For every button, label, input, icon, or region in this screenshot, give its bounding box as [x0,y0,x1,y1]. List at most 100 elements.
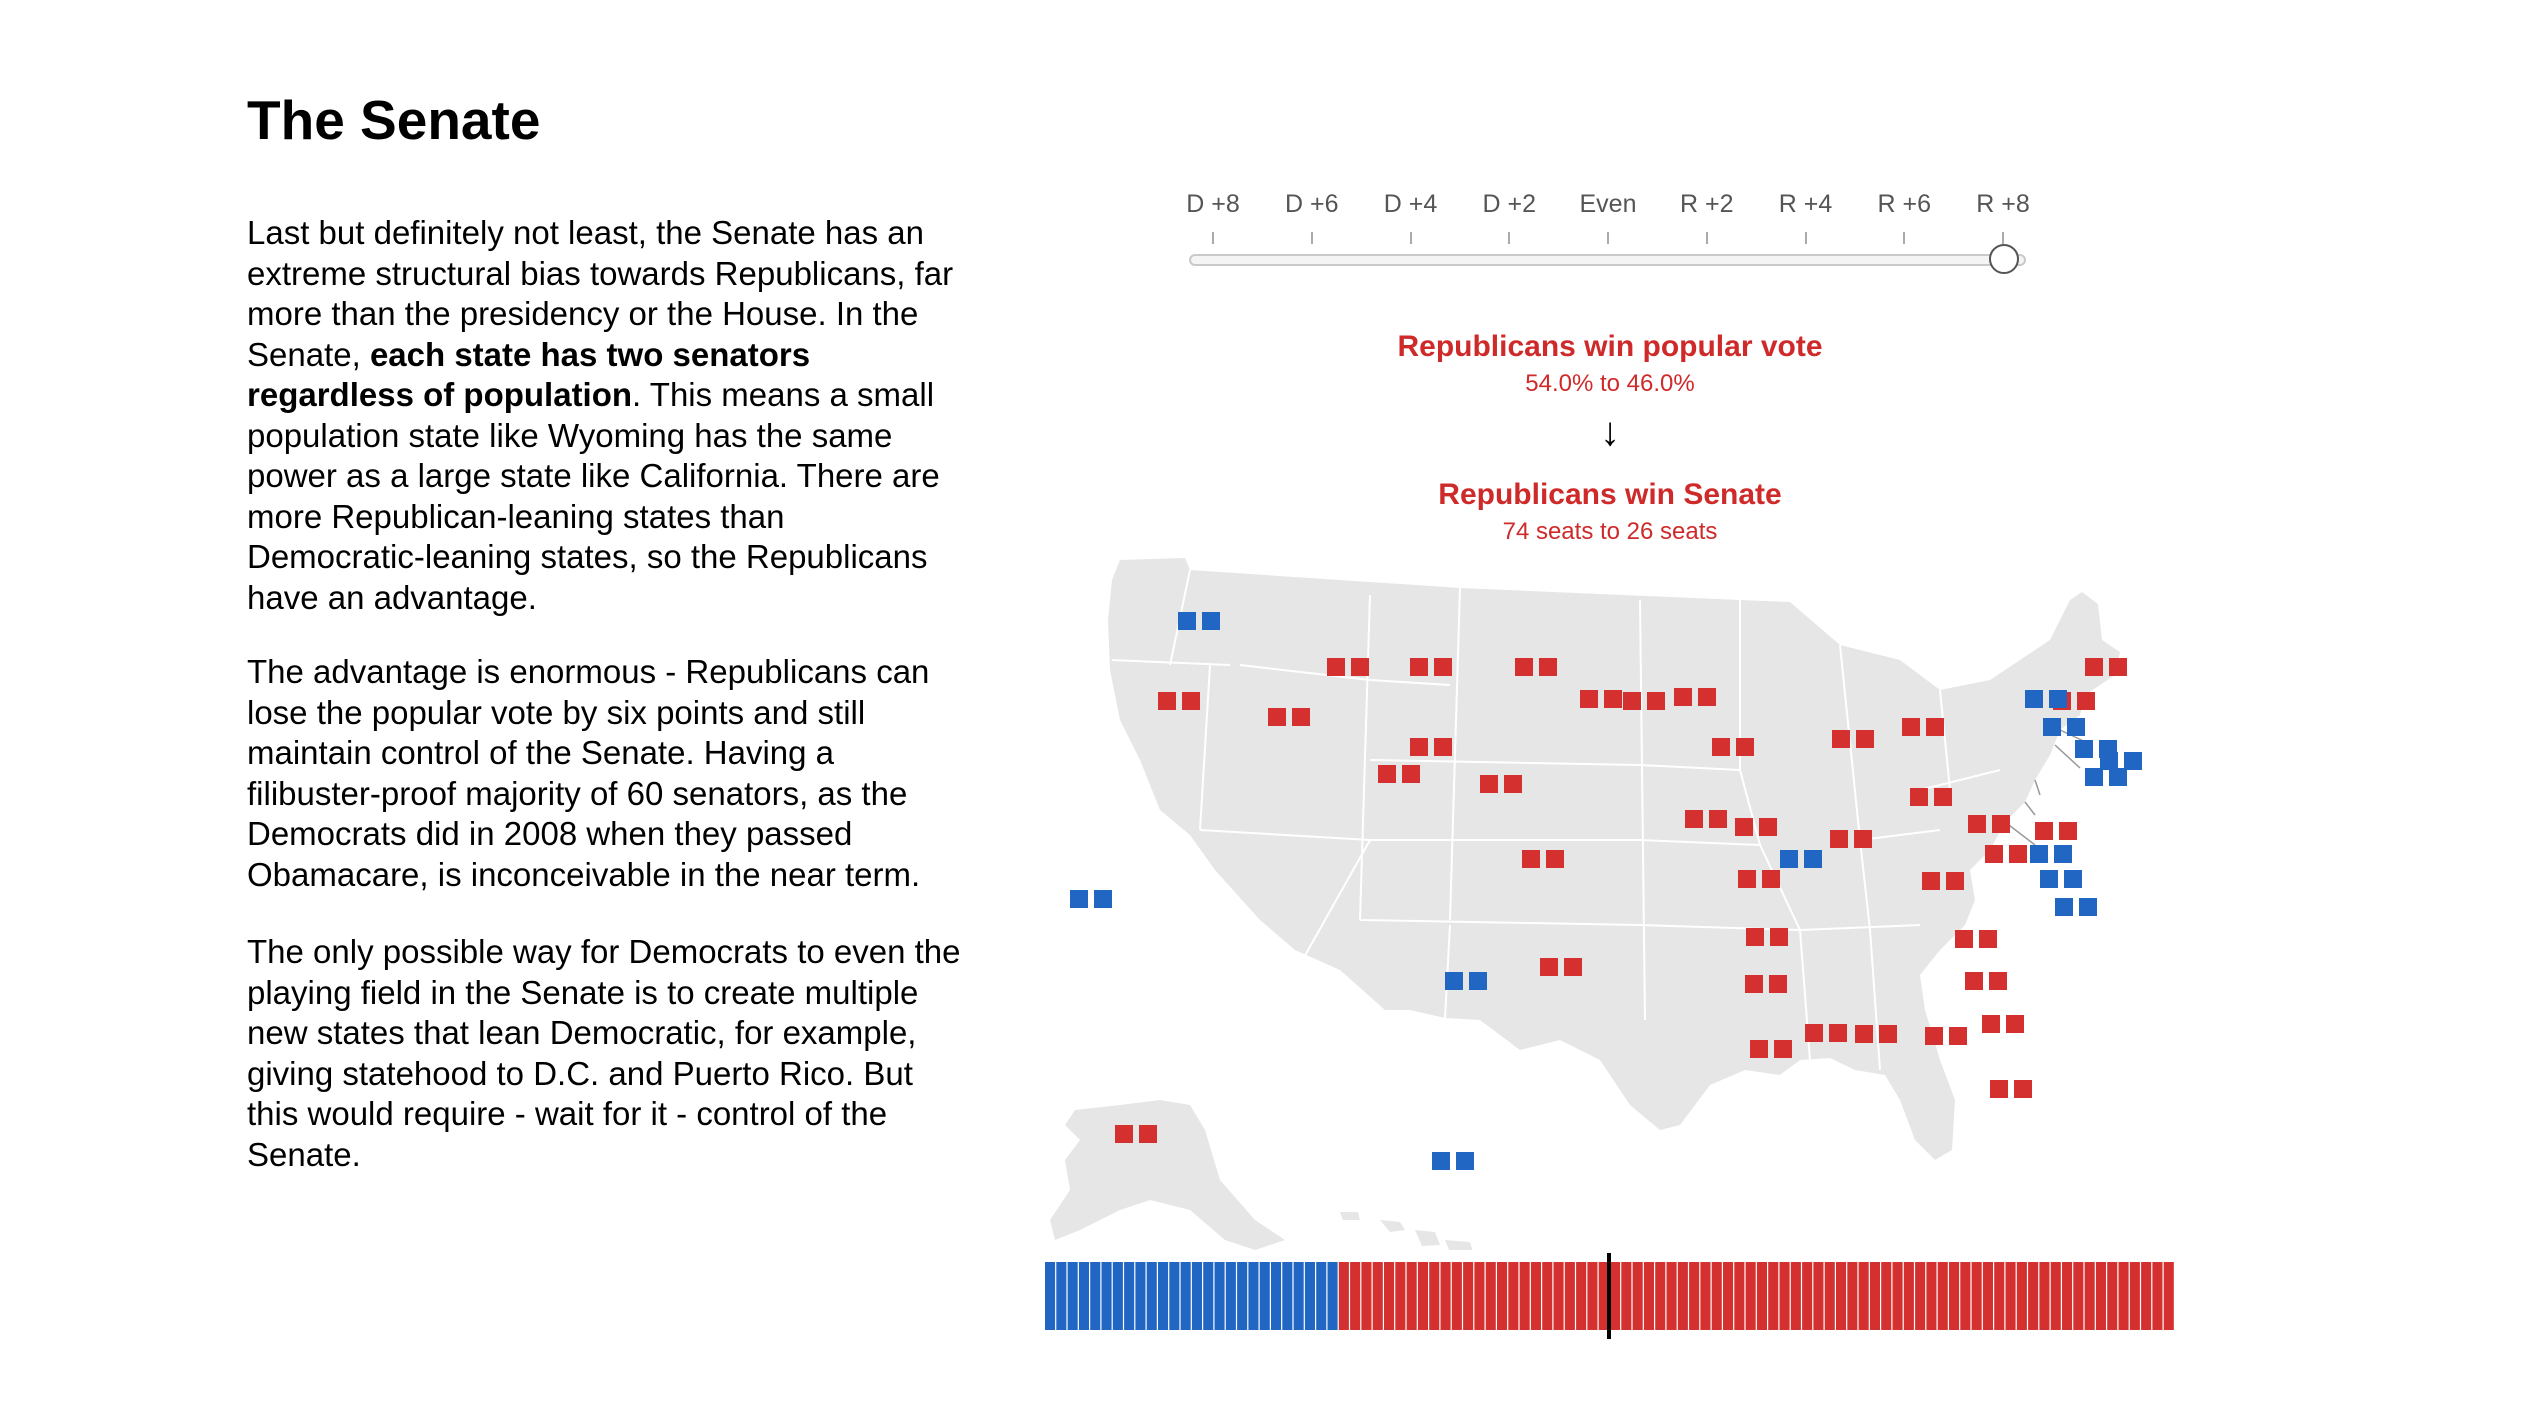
republican-seat [2107,1262,2118,1330]
democrat-seat [1158,1262,1169,1330]
republican-seat [1723,1262,1734,1330]
republican-seat [2016,1262,2027,1330]
republican-seat-marker [1855,1025,1873,1043]
slider-tick-label[interactable]: R +6 [1877,190,1931,219]
republican-seat [1338,1262,1349,1330]
republican-seat-marker [1946,872,1964,890]
republican-seat [1824,1262,1835,1330]
slider-tick-mark [1212,232,1214,244]
republican-seat-marker [2035,822,2053,840]
republican-seat [1564,1262,1575,1330]
slider-tick-label[interactable]: D +8 [1186,190,1240,219]
republican-seat-marker [1139,1125,1157,1143]
democrat-seat [1225,1262,1236,1330]
democrat-seat [1237,1262,1248,1330]
slider-tick-mark [1903,232,1906,244]
slider-tick-label[interactable]: D +2 [1482,190,1536,219]
republican-seat-marker [1854,830,1872,848]
republican-seat [1756,1262,1767,1330]
democrat-seat-marker [2030,845,2048,863]
republican-seat [1542,1262,1553,1330]
republican-seat [2163,1262,2174,1330]
republican-seat [1440,1262,1451,1330]
republican-seat [1926,1262,1937,1330]
slider-tick-mark [1804,232,1807,244]
republican-seat [2028,1262,2039,1330]
republican-seat [1474,1262,1485,1330]
republican-seat [1892,1262,1903,1330]
democrat-seat-marker [2055,898,2073,916]
slider-tick-label[interactable]: R +4 [1779,190,1833,219]
republican-seat-marker [1647,692,1665,710]
slider-tick-label[interactable]: Even [1580,190,1637,219]
republican-seat [1372,1262,1383,1330]
republican-seat [2005,1262,2016,1330]
republican-seat-marker [1504,775,1522,793]
republican-seat-marker [1522,850,1540,868]
republican-seat [1395,1262,1406,1330]
democrat-seat-marker [2124,752,2142,770]
republican-seat [1847,1262,1858,1330]
republican-seat [1666,1262,1677,1330]
republican-seat [1700,1262,1711,1330]
republican-seat-marker [1623,692,1641,710]
republican-seat [2062,1262,2073,1330]
republican-seat-marker [1115,1125,1133,1143]
republican-seat [1610,1262,1621,1330]
republican-seat-marker [1698,688,1716,706]
page-title: The Senate [247,89,541,151]
republican-seat-marker [1712,738,1730,756]
republican-seat [1790,1262,1801,1330]
republican-seat [1485,1262,1496,1330]
advantage-paragraph: The advantage is enormous - Republicans … [247,653,930,893]
republican-seat [1530,1262,1541,1330]
republican-seat [2039,1262,2050,1330]
republican-seat [1949,1262,1960,1330]
republican-seat-marker [1769,975,1787,993]
democrat-seat-marker [2054,845,2072,863]
democrat-seat [1316,1262,1327,1330]
statehood-paragraph: The only possible way for Democrats to e… [247,933,961,1173]
republican-seat [1417,1262,1428,1330]
democrat-seat [1045,1262,1056,1330]
republican-seat-marker [1738,870,1756,888]
republican-seat [1689,1262,1700,1330]
vote-margin-slider[interactable]: D +8 D +6 D +4 D +2 Even R +2 R +4 R +6 R +8 [1150,190,2050,280]
slider-tick-label[interactable]: D +4 [1384,190,1438,219]
republican-seat [1463,1262,1474,1330]
democrat-seat [1169,1262,1180,1330]
republican-seat [1553,1262,1564,1330]
republican-seat [1813,1262,1824,1330]
republican-seat-marker [2109,658,2127,676]
republican-seat [1734,1262,1745,1330]
republican-seat-marker [1910,788,1928,806]
slider-tick-label[interactable]: D +6 [1285,190,1339,219]
republican-seat-marker [1745,975,1763,993]
slider-tick-label[interactable]: R +2 [1680,190,1734,219]
republican-seat [1745,1262,1756,1330]
slider-track[interactable] [1189,254,2026,266]
republican-seat-marker [1546,850,1564,868]
republican-seat-marker [1774,1040,1792,1058]
republican-seat [2118,1262,2129,1330]
republican-seat [1497,1262,1508,1330]
republican-seat-marker [1934,788,1952,806]
democrat-seat-marker [2079,898,2097,916]
slider-thumb[interactable] [1989,244,2019,274]
republican-seat [1711,1262,1722,1330]
democrat-seat [1327,1262,1338,1330]
slider-tick-label[interactable]: R +8 [1976,190,2030,219]
republican-seat-marker [1762,870,1780,888]
republican-seat-marker [1351,658,1369,676]
republican-seat [1982,1262,1993,1330]
republican-seat-marker [1539,658,1557,676]
republican-seat-marker [1268,708,1286,726]
democrat-seat [1078,1262,1089,1330]
democrat-seat-marker [1070,890,1088,908]
democrat-seat [1282,1262,1293,1330]
democrat-seat [1090,1262,1101,1330]
republican-seat-marker [1378,765,1396,783]
democrat-seat [1067,1262,1078,1330]
republican-seat-marker [1292,708,1310,726]
senate-result: Republicans win Senate 74 seats to 26 se… [1310,478,1910,546]
